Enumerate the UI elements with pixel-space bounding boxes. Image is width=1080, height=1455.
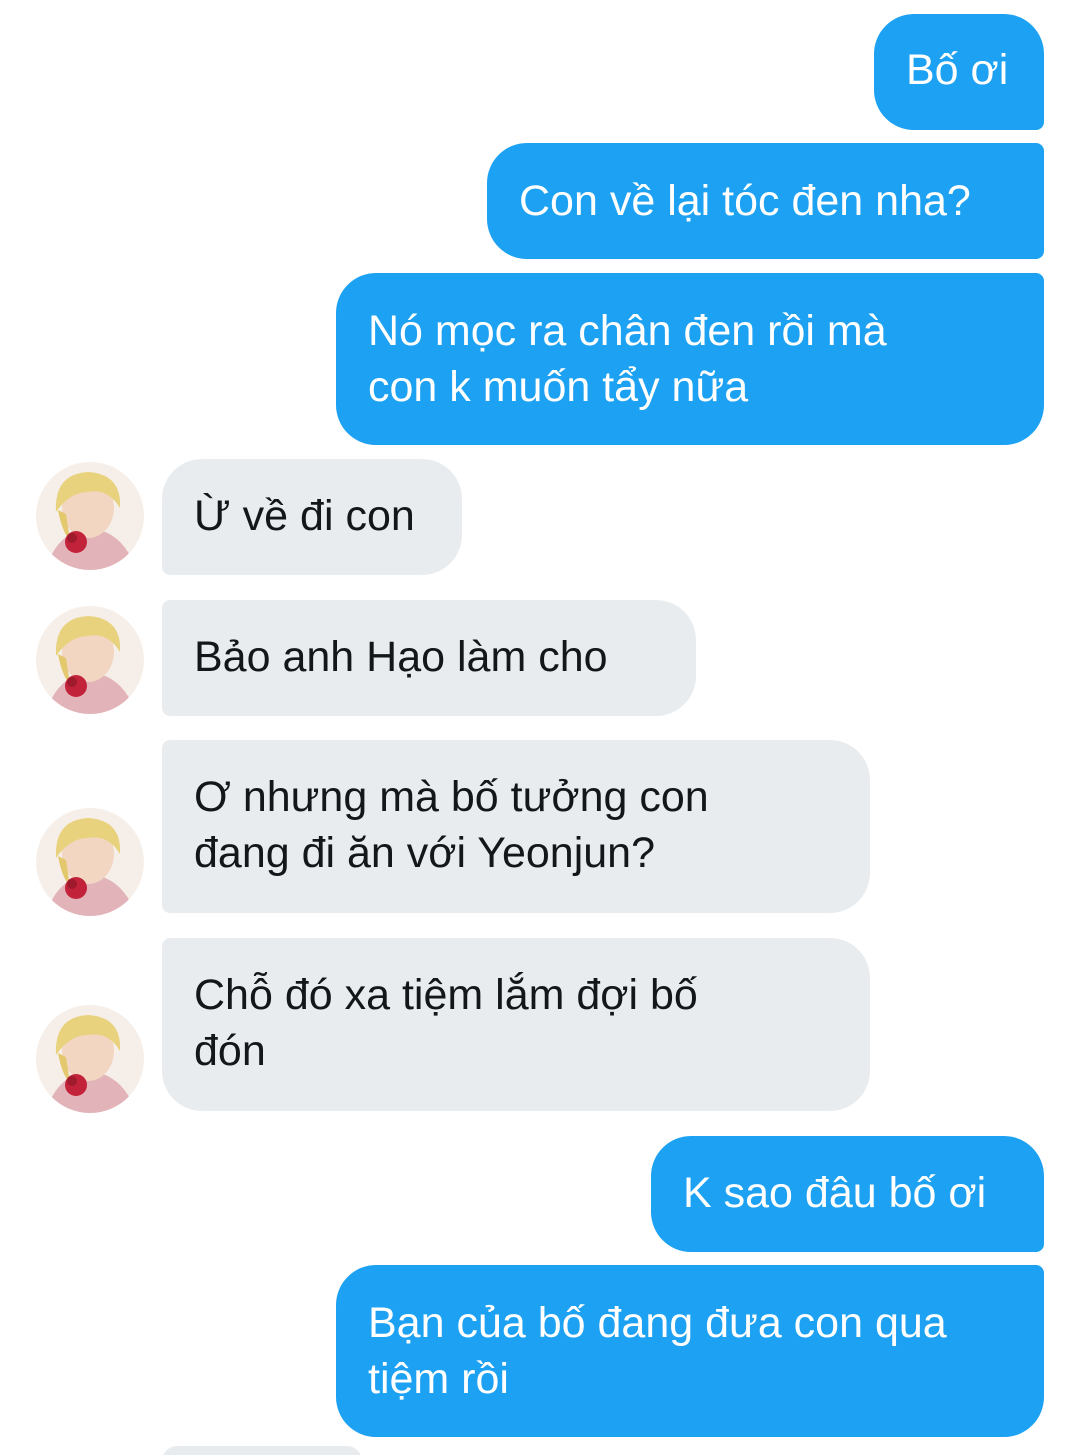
sent-message-bubble[interactable]: Nó mọc ra chân đen rồi mà con k muốn tẩy… [336, 273, 1044, 445]
received-message-bubble[interactable]: Ơ nhưng mà bố tưởng con đang đi ăn với Y… [162, 740, 870, 913]
conversation-thread[interactable]: Bố ơi Con về lại tóc đen nha? Nó mọc ra … [0, 0, 1080, 1455]
next-message-bubble-edge [162, 1446, 362, 1455]
contact-avatar[interactable] [36, 1005, 144, 1113]
contact-avatar[interactable] [36, 606, 144, 714]
contact-avatar[interactable] [36, 808, 144, 916]
avatar-image [36, 808, 144, 916]
contact-avatar[interactable] [36, 462, 144, 570]
sent-message-bubble[interactable]: K sao đâu bố ơi [651, 1136, 1044, 1252]
received-message-bubble[interactable]: Ừ về đi con [162, 459, 462, 575]
avatar-image [36, 462, 144, 570]
avatar-image [36, 1005, 144, 1113]
sent-message-bubble[interactable]: Con về lại tóc đen nha? [487, 143, 1044, 259]
sent-message-bubble[interactable]: Bố ơi [874, 14, 1044, 130]
avatar-image [36, 606, 144, 714]
received-message-bubble[interactable]: Chỗ đó xa tiệm lắm đợi bố đón [162, 938, 870, 1111]
received-message-bubble[interactable]: Bảo anh Hạo làm cho [162, 600, 696, 716]
sent-message-bubble[interactable]: Bạn của bố đang đưa con qua tiệm rồi [336, 1265, 1044, 1437]
